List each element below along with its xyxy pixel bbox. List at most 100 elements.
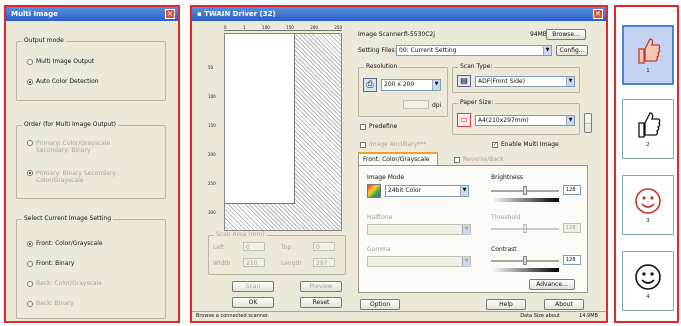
threshold-slider[interactable] (491, 224, 559, 233)
auto-color-detection-radio[interactable]: Auto Color Detection (27, 78, 99, 85)
output-mode-label: Output mode (22, 37, 66, 44)
brightness-gradient (491, 198, 559, 202)
order-color-first-radio[interactable]: Primary: Color/Grayscale Secondary: Bina… (27, 140, 137, 154)
image-mode-select[interactable]: 24bit Color ▼ (385, 185, 469, 197)
image-scanner-label: Image Scanner: (358, 31, 406, 38)
scan-area-preview[interactable] (224, 33, 342, 231)
order-group: Order (for Multi Image Output) Primary: … (16, 121, 166, 199)
chevron-down-icon: ▼ (432, 80, 440, 90)
scan-type-select[interactable]: ADF(Front Side) ▼ (475, 76, 575, 87)
thumbnail-3[interactable]: 3 (622, 175, 674, 235)
advance-button[interactable]: Advance... (529, 279, 575, 290)
slider-thumb[interactable] (523, 256, 527, 265)
adf-icon: ▤ (457, 75, 471, 87)
smiley-bw-icon (635, 264, 661, 290)
resolution-icon: ⎙ (363, 78, 377, 92)
about-button[interactable]: About (544, 299, 584, 310)
front-binary-radio[interactable]: Front: Binary (27, 260, 74, 267)
ruler-top: 0 1 100 150 200 250 (224, 25, 342, 31)
front-color-radio[interactable]: Front: Color/Grayscale (27, 240, 103, 247)
paper-size-label: Paper Size: (458, 99, 496, 106)
predefine-checkbox[interactable]: Predefine (360, 123, 397, 130)
contrast-label: Contrast (491, 246, 517, 253)
multi-image-output-radio[interactable]: Multi Image Output (27, 58, 94, 65)
thumbnail-2[interactable]: 2 (622, 99, 674, 159)
back-binary-radio[interactable]: Back: Binary (27, 300, 74, 307)
checkbox-checked-icon: ✓ (492, 141, 498, 148)
resolution-label: Resolution (364, 63, 400, 70)
ruler-left: 50 100 150 200 250 300 (208, 65, 216, 215)
contrast-slider[interactable] (491, 256, 559, 265)
image-mode-label: Image Mode (367, 174, 405, 181)
thumbnail-strip: 1 2 3 4 (614, 5, 679, 323)
back-color-radio[interactable]: Back: Color/Grayscale (27, 280, 102, 287)
browse-button[interactable]: Browse... (546, 29, 586, 40)
width-label: Width (213, 260, 231, 267)
current-setting-label: Select Current Image Setting (22, 215, 114, 222)
image-ancilliary-checkbox[interactable]: Image Ancilliary*** (360, 141, 426, 148)
radio-icon (27, 260, 33, 267)
reverse-back-checkbox[interactable]: Reverse/Back (454, 156, 504, 163)
chevron-down-icon: ▼ (462, 225, 470, 234)
setting-files-select[interactable]: 00: Current Setting ▼ (396, 45, 552, 56)
slider-thumb[interactable] (523, 224, 527, 233)
multi-image-title: Multi Image (11, 10, 58, 18)
radio-icon (27, 140, 33, 146)
top-field[interactable]: 0 (313, 242, 335, 251)
halftone-select[interactable]: ▼ (367, 224, 471, 235)
brightness-slider[interactable] (491, 186, 559, 195)
contrast-gradient (491, 268, 559, 272)
gamma-label: Gamma (367, 246, 391, 253)
paper-icon: ▭ (457, 113, 471, 127)
tab-front-color[interactable]: Front: Color/Grayscale (358, 152, 438, 165)
close-icon[interactable]: ✕ (165, 9, 175, 19)
radio-icon (27, 300, 33, 307)
resolution-custom-field[interactable] (403, 100, 429, 109)
paper-size-extra-button[interactable]: … (584, 113, 592, 133)
chevron-down-icon: ▼ (460, 186, 468, 196)
length-field[interactable]: 297 (313, 258, 335, 267)
current-setting-group: Select Current Image Setting Front: Colo… (16, 215, 166, 319)
reset-button[interactable]: Reset (300, 297, 342, 308)
radio-selected-icon (27, 78, 33, 85)
color-mode-icon (367, 184, 381, 198)
resolution-select[interactable]: 200 x 200 ▼ (381, 79, 441, 91)
chevron-down-icon: ▼ (566, 77, 574, 86)
threshold-value[interactable]: 128 (563, 223, 581, 233)
contrast-value[interactable]: 128 (563, 255, 581, 265)
threshold-label: Threshold (491, 214, 521, 221)
close-icon[interactable]: ✕ (593, 9, 603, 19)
chevron-down-icon: ▼ (543, 46, 551, 55)
gamma-select[interactable]: ▼ (367, 256, 471, 267)
checkbox-icon (360, 123, 366, 130)
scan-area-group: Scan Area (mm) Left 0 Top 0 Width 210 Le… (208, 231, 346, 275)
multi-image-dialog: Multi Image ✕ Output mode Multi Image Ou… (4, 5, 180, 323)
thumbnail-1[interactable]: 1 (622, 25, 674, 85)
data-size-value: 14.9MB (579, 313, 598, 319)
brightness-label: Brightness (491, 174, 523, 181)
scan-area-label: Scan Area (mm) (214, 231, 267, 238)
config-button[interactable]: Config... (556, 45, 588, 56)
preview-button[interactable]: Preview (300, 281, 342, 292)
order-binary-first-radio[interactable]: Primary: Binary Secondary: Color/Graysca… (27, 170, 147, 184)
data-size-label: Data Size about (520, 313, 560, 319)
top-label: Top (281, 244, 292, 251)
enable-multi-image-checkbox[interactable]: ✓ Enable Multi Image (492, 141, 559, 148)
brightness-value[interactable]: 128 (563, 185, 581, 195)
multi-image-titlebar: Multi Image ✕ (6, 7, 178, 21)
image-scanner-value: fi-5530C2j (404, 31, 435, 38)
ok-button[interactable]: OK (232, 297, 274, 308)
twain-titlebar: ▪ TWAIN Driver (32) ✕ (192, 7, 606, 21)
scan-area-selection[interactable] (225, 34, 295, 204)
left-field[interactable]: 0 (243, 242, 265, 251)
slider-thumb[interactable] (523, 186, 527, 195)
thumbnail-4[interactable]: 4 (622, 251, 674, 311)
checkbox-icon (454, 156, 460, 163)
scan-button[interactable]: Scan (232, 281, 274, 292)
help-button[interactable]: Help (486, 299, 526, 310)
width-field[interactable]: 210 (243, 258, 265, 267)
resolution-group: Resolution ⎙ 200 x 200 ▼ dpi (358, 63, 448, 117)
paper-size-select[interactable]: A4(210x297mm) ▼ (475, 115, 575, 126)
radio-selected-icon (27, 240, 33, 247)
option-button[interactable]: Option (360, 299, 400, 310)
